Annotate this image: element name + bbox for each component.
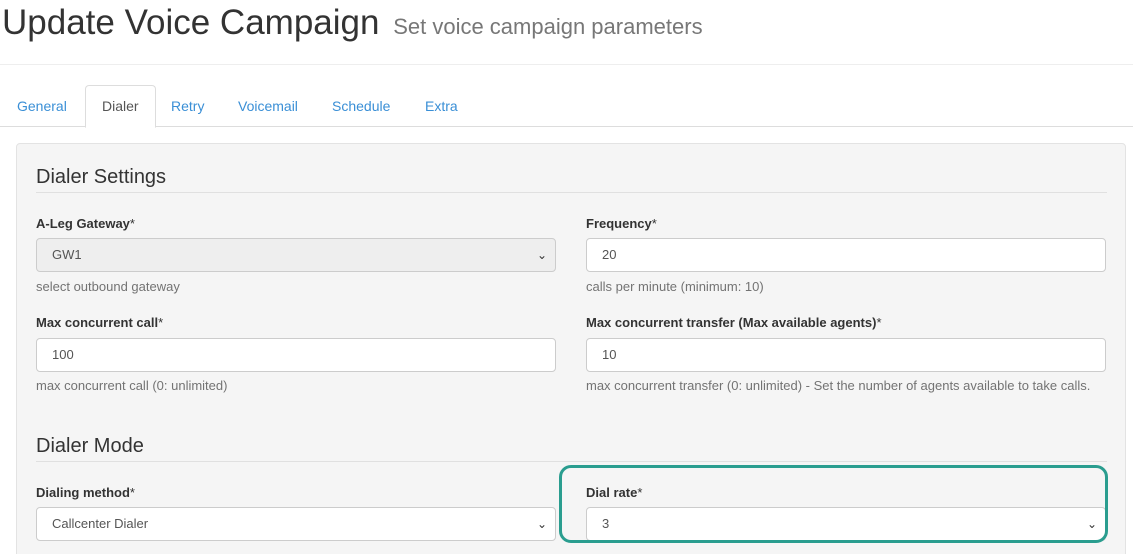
tab-bar: General Dialer Retry Voicemail Schedule … (0, 85, 1133, 128)
dialing-method-select-value: Callcenter Dialer (52, 516, 149, 531)
dialing-method-label: Dialing method* (36, 485, 135, 500)
divider (36, 192, 1107, 193)
page-subtitle: Set voice campaign parameters (393, 14, 703, 39)
tab-retry[interactable]: Retry (155, 85, 220, 127)
required-marker: * (651, 216, 657, 231)
chevron-down-icon: ⌄ (536, 248, 547, 262)
page-header: Update Voice Campaign Set voice campaign… (0, 0, 1133, 65)
frequency-input[interactable]: 20 (586, 238, 1106, 272)
frequency-input-value: 20 (602, 247, 617, 262)
dialing-method-label-text: Dialing method (36, 485, 130, 500)
max-transfer-input-value: 10 (602, 347, 617, 362)
required-marker: * (129, 216, 135, 231)
frequency-help: calls per minute (minimum: 10) (586, 279, 764, 294)
page-title-text: Update Voice Campaign (2, 3, 380, 42)
section-title-dialer-settings: Dialer Settings (36, 166, 167, 188)
required-marker: * (129, 485, 135, 500)
gateway-help: select outbound gateway (36, 279, 180, 294)
max-transfer-label-text: Max concurrent transfer (Max available a… (586, 315, 877, 330)
required-marker: * (876, 315, 882, 330)
gateway-select-value: GW1 (52, 247, 82, 262)
tab-schedule[interactable]: Schedule (316, 85, 406, 127)
gateway-label-text: A-Leg Gateway (36, 216, 130, 231)
max-transfer-label: Max concurrent transfer (Max available a… (586, 315, 882, 330)
max-call-input-value: 100 (52, 347, 74, 362)
divider (36, 461, 1107, 462)
dialing-method-select[interactable]: Callcenter Dialer ⌄ (36, 507, 556, 541)
tab-dialer[interactable]: Dialer (85, 85, 156, 128)
required-marker: * (158, 315, 164, 330)
max-transfer-help: max concurrent transfer (0: unlimited) -… (586, 378, 1091, 393)
max-transfer-input[interactable]: 10 (586, 338, 1106, 372)
frequency-label: Frequency* (586, 216, 657, 231)
tab-voicemail[interactable]: Voicemail (222, 85, 314, 127)
gateway-label: A-Leg Gateway* (36, 216, 135, 231)
chevron-down-icon: ⌄ (536, 517, 547, 531)
section-title-dialer-mode: Dialer Mode (36, 435, 144, 457)
tab-general[interactable]: General (1, 85, 83, 127)
max-call-input[interactable]: 100 (36, 338, 556, 372)
tab-extra[interactable]: Extra (409, 85, 474, 127)
frequency-label-text: Frequency (586, 216, 652, 231)
page-title: Update Voice Campaign Set voice campaign… (2, 3, 703, 43)
gateway-select[interactable]: GW1 ⌄ (36, 238, 556, 272)
max-call-help: max concurrent call (0: unlimited) (36, 378, 228, 393)
max-call-label: Max concurrent call* (36, 315, 163, 330)
dial-rate-highlight (559, 465, 1108, 543)
max-call-label-text: Max concurrent call (36, 315, 159, 330)
